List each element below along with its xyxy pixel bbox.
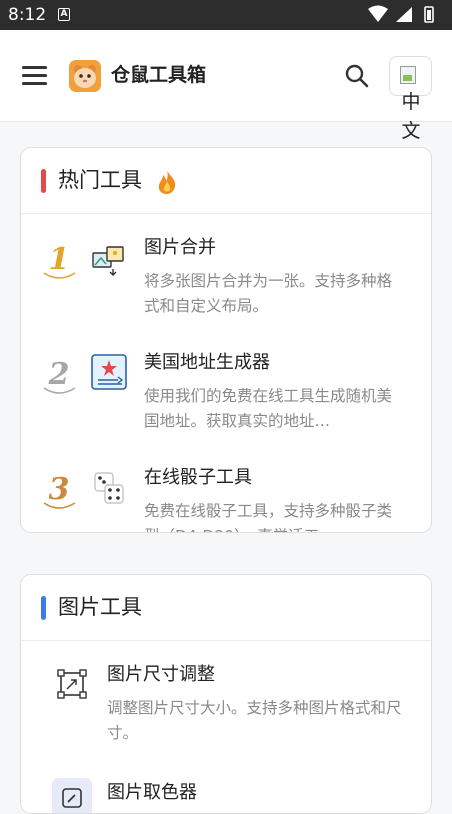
tool-name: 美国地址生成器 [144,352,270,373]
tool-name: 在线骰子工具 [144,467,252,488]
hot-tools-title: 热门工具 [58,168,142,192]
language-label[interactable]: 中文 [399,88,423,146]
section-accent-bar [41,596,46,620]
svg-text:3: 3 [49,472,70,507]
app-title: 仓鼠工具箱 [111,64,207,86]
tool-name: 图片取色器 [107,782,197,803]
broken-image-icon [400,66,416,84]
fire-icon [158,170,176,194]
status-time: 8:12 [8,5,47,25]
image-merge-icon [92,246,124,276]
rank-1-badge: 1 [43,242,76,279]
svg-text:1: 1 [49,242,70,277]
status-bar: 8:12 A [0,0,452,30]
app-notification-icon: A [58,8,70,21]
menu-button[interactable] [22,66,48,86]
hot-tool-item-image-merge[interactable]: 1 图片合并 将多张图片合并为一张。支持多种格式和自定义布局。 [21,235,431,327]
wifi-icon [368,5,388,22]
hot-tools-card: 热门工具 1 图片合并 将多张图片合并为一张。支持多种格式和自定义布局。 2 美… [20,147,432,533]
hot-tool-item-us-address[interactable]: 2 美国地址生成器 使用我们的免费在线工具生成随机美国地址。获取真实的地址… [21,350,431,442]
status-icons [368,5,434,23]
hot-tools-header: 热门工具 [21,148,431,214]
hamster-logo-icon [69,60,101,92]
tool-description: 将多张图片合并为一张。支持多种格式和自定义布局。 [144,272,393,315]
signal-icon [396,7,412,22]
app-header: 仓鼠工具箱 [0,30,452,122]
tool-description: 使用我们的免费在线工具生成随机美国地址。获取真实的地址… [144,387,393,430]
tool-name: 图片合并 [144,237,216,258]
image-tools-header: 图片工具 [21,575,431,641]
tool-name: 图片尺寸调整 [107,664,215,685]
image-tool-item-color-picker[interactable]: 图片取色器 [21,775,431,813]
image-tool-item-resize[interactable]: 图片尺寸调整 调整图片尺寸大小。支持多种图片格式和尺寸。 [21,662,431,752]
dice-icon [94,472,124,504]
tool-description: 免费在线骰子工具，支持多种骰子类型（D4-D20），直觉适工 [144,502,393,532]
hot-tool-item-dice[interactable]: 3 在线骰子工具 免费在线骰子工具，支持多种骰子类型（D4-D20），直觉适工 [21,465,431,532]
tool-description: 调整图片尺寸大小。支持多种图片格式和尺寸。 [107,699,402,742]
search-icon[interactable] [344,63,370,89]
image-tools-title: 图片工具 [58,595,142,619]
us-address-icon [91,354,127,390]
rank-3-badge: 3 [43,472,76,509]
svg-text:2: 2 [48,357,70,392]
rank-2-badge: 2 [43,357,76,394]
resize-icon [57,669,87,699]
color-picker-icon [52,778,92,813]
image-tools-card: 图片工具 图片尺寸调整 调整图片尺寸大小。支持多种图片格式和尺寸。 图片取色器 [20,574,432,814]
section-accent-bar [41,169,46,193]
